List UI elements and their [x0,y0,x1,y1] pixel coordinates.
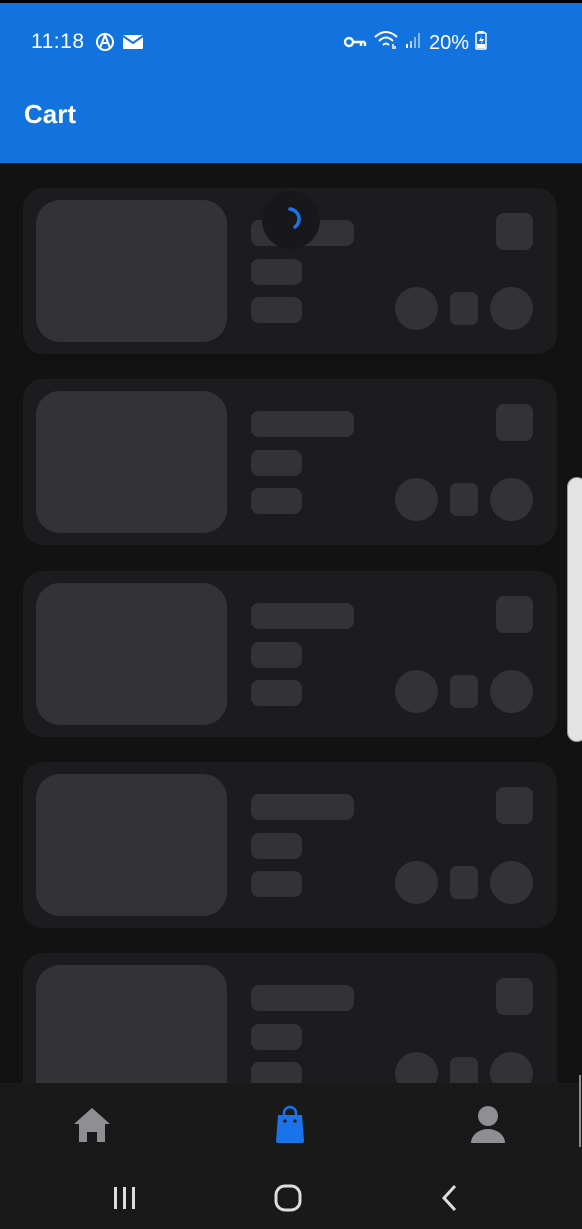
product-price-placeholder [251,871,302,897]
back-button[interactable] [430,1181,470,1215]
remove-button-placeholder [496,978,533,1015]
product-price-placeholder [251,297,302,323]
product-image-placeholder [36,583,227,725]
product-name-placeholder [251,603,354,629]
nav-home[interactable] [70,1103,114,1147]
product-image-placeholder [36,200,227,342]
page-title: Cart [24,99,77,129]
cart-item-skeleton [23,571,557,737]
nav-profile[interactable] [466,1103,510,1147]
product-name-placeholder [251,794,354,820]
person-icon [471,1106,505,1143]
status-system-icons: 20% [343,30,487,56]
shopping-bag-icon [276,1105,304,1143]
bottom-navigation [0,1083,582,1167]
quantity-placeholder [450,483,478,516]
product-price-placeholder [251,488,302,514]
quantity-placeholder [450,866,478,899]
vpn-key-icon [343,32,367,55]
product-name-placeholder [251,985,354,1011]
quantity-placeholder [450,292,478,325]
system-navigation-bar [0,1167,582,1229]
product-image-placeholder [36,391,227,533]
status-bar: 11:18 20% [0,27,582,59]
mail-icon [122,33,144,56]
cart-item-skeleton [23,953,557,1083]
increase-button-placeholder [490,287,533,330]
product-name-placeholder [251,411,354,437]
android-debug-icon [94,31,116,57]
edge-indicator [579,1075,581,1147]
remove-button-placeholder [496,596,533,633]
app-bar: 11:18 20% Cart [0,0,582,163]
cart-item-skeleton [23,379,557,545]
nav-cart[interactable] [268,1103,312,1147]
screen: 11:18 20% Cart [0,0,582,1229]
recents-button[interactable] [105,1181,145,1215]
product-detail-placeholder [251,1024,302,1050]
increase-button-placeholder [490,1052,533,1083]
remove-button-placeholder [496,787,533,824]
decrease-button-placeholder [395,478,438,521]
scroll-handle[interactable] [567,477,582,742]
product-image-placeholder [36,774,227,916]
decrease-button-placeholder [395,1052,438,1083]
remove-button-placeholder [496,404,533,441]
wifi-icon [373,30,399,56]
product-detail-placeholder [251,833,302,859]
battery-percent: 20% [429,31,470,54]
home-circle-icon [274,1184,302,1212]
back-icon [441,1184,457,1212]
increase-button-placeholder [490,861,533,904]
remove-button-placeholder [496,213,533,250]
product-detail-placeholder [251,450,302,476]
increase-button-placeholder [490,478,533,521]
spinner-icon [288,207,301,229]
product-price-placeholder [251,680,302,706]
battery-charging-icon [475,30,487,56]
status-time: 11:18 [31,30,85,53]
quantity-placeholder [450,675,478,708]
cart-list[interactable] [0,163,582,1083]
recents-icon [114,1187,135,1209]
decrease-button-placeholder [395,287,438,330]
product-image-placeholder [36,965,227,1083]
cart-item-skeleton [23,762,557,928]
decrease-button-placeholder [395,670,438,713]
loading-spinner [262,191,320,249]
status-notification-icons [94,31,144,57]
product-price-placeholder [251,1062,302,1083]
product-detail-placeholder [251,259,302,285]
product-detail-placeholder [251,642,302,668]
quantity-placeholder [450,1057,478,1083]
system-home-button[interactable] [268,1181,308,1215]
home-icon [74,1108,110,1142]
signal-icon [405,31,423,55]
decrease-button-placeholder [395,861,438,904]
increase-button-placeholder [490,670,533,713]
